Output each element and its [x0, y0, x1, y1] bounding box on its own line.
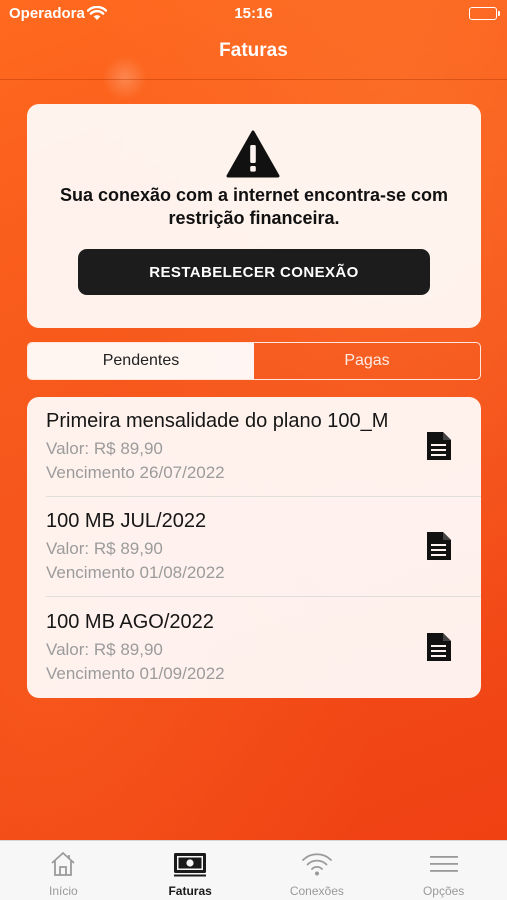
tab-home[interactable]: Início — [0, 841, 127, 900]
document-icon[interactable] — [425, 531, 453, 566]
invoice-title: Primeira mensalidade do plano 100_M — [46, 410, 389, 432]
menu-icon — [429, 850, 459, 883]
home-icon — [49, 850, 77, 883]
restore-connection-button[interactable]: RESTABELECER CONEXÃO — [78, 249, 430, 295]
restriction-message: Sua conexão com a internet encontra-se c… — [59, 185, 449, 228]
row-divider — [46, 596, 481, 597]
tab-invoices-label: Faturas — [168, 884, 212, 898]
invoice-due-date: Vencimento 01/09/2022 — [46, 664, 225, 683]
page-title: Faturas — [219, 40, 288, 61]
invoice-value: Valor: R$ 89,90 — [46, 640, 163, 659]
tab-pending[interactable]: Pendentes — [28, 343, 254, 379]
status-bar: Operadora 15:16 — [0, 0, 507, 28]
tab-options[interactable]: Opções — [380, 841, 507, 900]
bottom-tab-bar: Início Faturas Conexões Opções — [0, 840, 507, 900]
tab-connections[interactable]: Conexões — [254, 841, 381, 900]
invoice-value: Valor: R$ 89,90 — [46, 539, 163, 558]
wifi-icon — [301, 850, 333, 883]
document-icon[interactable] — [425, 632, 453, 667]
invoice-status-segmented-control: Pendentes Pagas — [27, 342, 481, 380]
invoice-due-date: Vencimento 01/08/2022 — [46, 563, 225, 582]
warning-icon — [226, 130, 280, 183]
tab-connections-label: Conexões — [289, 884, 344, 898]
clock: 15:16 — [234, 5, 273, 22]
invoice-list: Primeira mensalidade do plano 100_M Valo… — [27, 397, 481, 698]
tab-home-label: Início — [49, 884, 78, 898]
invoice-title: 100 MB JUL/2022 — [46, 510, 207, 532]
invoice-row[interactable]: Primeira mensalidade do plano 100_M Valo… — [27, 397, 481, 497]
invoice-icon — [173, 850, 207, 883]
invoice-value: Valor: R$ 89,90 — [46, 439, 163, 458]
tab-paid[interactable]: Pagas — [254, 343, 480, 379]
invoice-row[interactable]: 100 MB JUL/2022 Valor: R$ 89,90 Vencimen… — [27, 497, 481, 597]
tab-options-label: Opções — [422, 884, 465, 898]
invoice-title: 100 MB AGO/2022 — [46, 611, 214, 633]
restriction-alert-card: Sua conexão com a internet encontra-se c… — [27, 104, 481, 328]
invoice-due-date: Vencimento 26/07/2022 — [46, 463, 225, 482]
nav-divider — [0, 79, 507, 80]
document-icon[interactable] — [425, 431, 453, 466]
battery-icon — [469, 7, 500, 20]
tab-invoices[interactable]: Faturas — [127, 841, 254, 900]
invoice-row[interactable]: 100 MB AGO/2022 Valor: R$ 89,90 Vencimen… — [27, 598, 481, 698]
